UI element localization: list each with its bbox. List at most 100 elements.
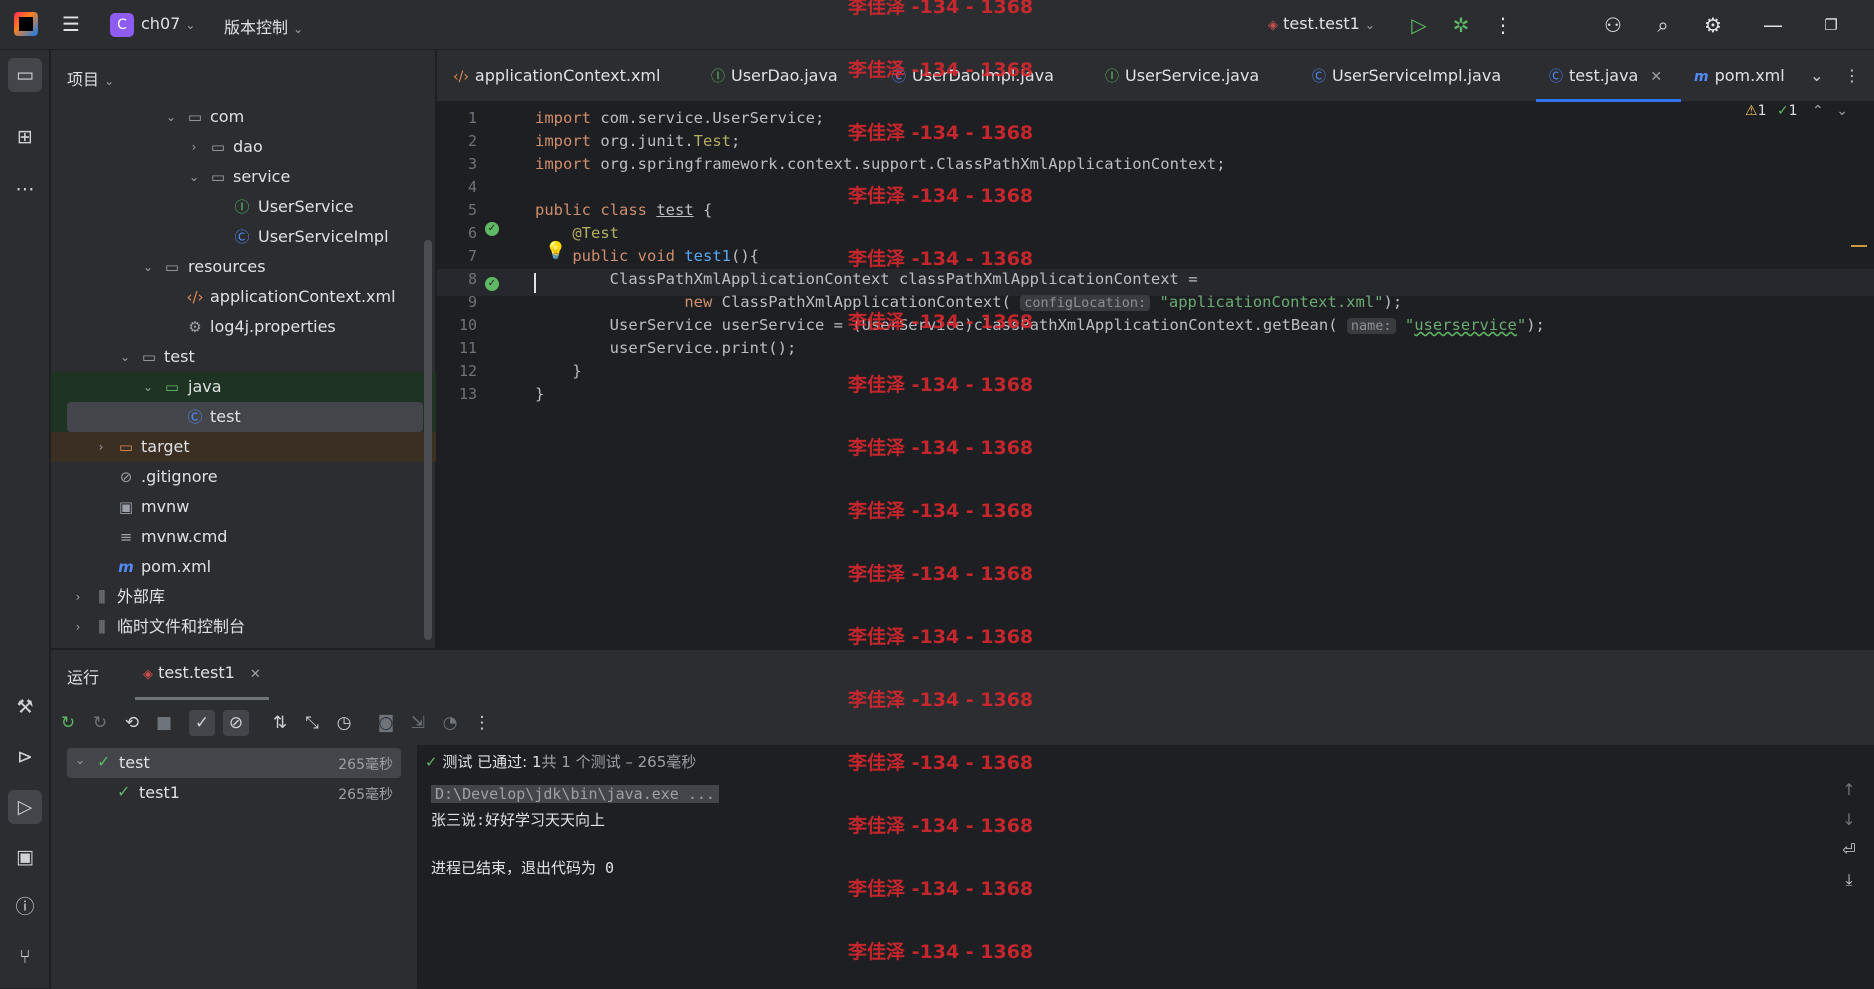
tab-applicationcontext[interactable]: ‹/› applicationContext.xml xyxy=(453,50,660,102)
history-icon[interactable]: ◷ xyxy=(331,710,357,736)
minimize-icon[interactable]: — xyxy=(1760,12,1786,38)
run-icon[interactable]: ▷ xyxy=(1406,12,1432,38)
tab-userservice[interactable]: Ⓘ UserService.java xyxy=(1105,50,1265,102)
import-icon[interactable]: ⇲ xyxy=(405,710,431,736)
chevron-right-icon[interactable]: › xyxy=(71,612,85,642)
scratch-icon: ⫼ xyxy=(98,618,106,636)
chevron-down-icon[interactable]: ⌄ xyxy=(141,372,155,402)
collapse-icon[interactable]: ⤡ xyxy=(299,710,325,736)
debug-icon[interactable]: ✲ xyxy=(1448,12,1474,38)
add-user-icon[interactable]: ⚇ xyxy=(1600,12,1626,38)
tree-row[interactable]: m pom.xml xyxy=(51,552,436,582)
close-icon[interactable]: ✕ xyxy=(1650,69,1662,85)
more-tabs-icon[interactable]: ⋮ xyxy=(1844,50,1860,102)
arrow-up-icon[interactable]: ↑ xyxy=(1836,775,1862,805)
tree-row[interactable]: ⌄ ▭ com xyxy=(51,102,436,132)
services-tool-icon[interactable]: ⊳ xyxy=(8,740,42,774)
parameter-hint: name: xyxy=(1346,318,1396,334)
run-gutter-icon[interactable]: ✓ xyxy=(485,277,499,291)
tree-row[interactable]: › ⫼ 外部库 xyxy=(51,582,436,612)
close-icon[interactable]: ✕ xyxy=(250,667,261,682)
tree-row[interactable]: ⌄ ▭ java xyxy=(51,372,436,402)
chevron-down-icon[interactable]: ⌄ xyxy=(164,102,178,132)
main-menu-icon[interactable]: ☰ xyxy=(62,14,84,34)
camera-icon[interactable]: ◙ xyxy=(373,710,399,736)
test-row[interactable]: ✓ test1 265毫秒 xyxy=(67,778,401,808)
tree-row[interactable]: ‹/› applicationContext.xml xyxy=(51,282,436,312)
structure-tool-icon[interactable]: ⊞ xyxy=(8,120,42,154)
scroll-to-end-icon[interactable]: ⤓ xyxy=(1836,865,1862,895)
chevron-down-icon[interactable]: ⌄ xyxy=(1810,50,1823,102)
terminal-tool-icon[interactable]: ▣ xyxy=(8,840,42,874)
more-tools-icon[interactable]: ⋯ xyxy=(8,172,42,206)
arrow-down-icon[interactable]: ↓ xyxy=(1836,805,1862,835)
more-actions-icon[interactable]: ⋮ xyxy=(1490,12,1516,38)
project-scrollbar[interactable] xyxy=(424,240,432,640)
tree-row-selected[interactable]: Ⓒ test xyxy=(67,402,423,432)
chevron-right-icon[interactable]: › xyxy=(71,582,85,612)
chevron-down-icon[interactable]: ⌄ xyxy=(141,252,155,282)
tree-row[interactable]: ⚙ log4j.properties xyxy=(51,312,436,342)
run-gutter-icon[interactable]: ✓ xyxy=(485,222,499,236)
warning-stripe[interactable] xyxy=(1851,245,1867,247)
build-tool-icon[interactable]: ⚒ xyxy=(8,690,42,724)
console-output[interactable]: ✓ 测试 已通过: 1共 1 个测试 – 265毫秒 D:\Develop\jd… xyxy=(417,745,1874,989)
tree-row[interactable]: Ⓒ UserServiceImpl xyxy=(51,222,436,252)
show-ignored-icon[interactable]: ⊘ xyxy=(223,710,249,736)
vcs-widget[interactable]: 版本控制 ⌄ xyxy=(224,14,303,38)
interface-icon: Ⓘ xyxy=(234,198,250,216)
inspection-widget[interactable]: ⚠1 ✓1 ⌃ ⌄ xyxy=(1745,103,1848,119)
tree-row[interactable]: ⌄ ▭ resources xyxy=(51,252,436,282)
git-tool-icon[interactable]: ⑂ xyxy=(8,940,42,974)
tree-label: dao xyxy=(233,137,263,156)
soft-wrap-icon[interactable]: ⏎ xyxy=(1836,835,1862,865)
project-tool-icon[interactable]: ▭ xyxy=(8,58,42,92)
stop-icon[interactable]: ■ xyxy=(151,710,177,736)
tab-pom[interactable]: m pom.xml xyxy=(1694,50,1804,102)
problems-tool-icon[interactable]: ⓘ xyxy=(8,890,42,924)
test-row-selected[interactable]: ⌄ ✓ test 265毫秒 xyxy=(67,748,401,778)
tree-row[interactable]: › ⫼ 临时文件和控制台 xyxy=(51,612,436,642)
chevron-down-icon[interactable]: ⌄ xyxy=(1836,103,1848,119)
tree-row[interactable]: › ▭ target xyxy=(51,432,436,462)
search-icon[interactable]: ⌕ xyxy=(1650,12,1676,38)
tab-test-active[interactable]: Ⓒtest.java ✕ xyxy=(1536,50,1681,102)
tab-userserviceimpl[interactable]: Ⓒ UserServiceImpl.java xyxy=(1312,50,1502,102)
chevron-down-icon[interactable]: ⌄ xyxy=(75,753,85,767)
tab-userdao[interactable]: Ⓘ UserDao.java xyxy=(711,50,851,102)
tree-row[interactable]: ⌄ ▭ service xyxy=(51,162,436,192)
tree-row[interactable]: ⊘ .gitignore xyxy=(51,462,436,492)
coverage-icon[interactable]: ◔ xyxy=(437,710,463,736)
toggle-autotest-icon[interactable]: ⟲ xyxy=(119,710,145,736)
tree-row[interactable]: ⌄ ▭ test xyxy=(51,342,436,372)
tree-row[interactable]: ▣ mvnw xyxy=(51,492,436,522)
run-tool-icon[interactable]: ▷ xyxy=(8,790,42,824)
gear-icon[interactable]: ⚙ xyxy=(1700,12,1726,38)
project-view-selector[interactable]: 项目 ⌄ xyxy=(67,66,114,90)
tree-row[interactable]: › ▭ dao xyxy=(51,132,436,162)
line-number: 4 xyxy=(467,178,477,196)
project-widget[interactable]: ch07 ⌄ xyxy=(141,14,195,33)
show-passed-icon[interactable]: ✓ xyxy=(189,710,215,736)
chevron-up-icon[interactable]: ⌃ xyxy=(1812,103,1824,119)
rerun-failed-icon[interactable]: ↻ xyxy=(87,710,113,736)
more-icon[interactable]: ⋮ xyxy=(469,710,495,736)
sort-icon[interactable]: ⇅ xyxy=(267,710,293,736)
tab-userdaoimpl[interactable]: Ⓒ UserDaoImpl.java xyxy=(892,50,1062,102)
intellij-logo[interactable] xyxy=(14,12,38,36)
rerun-icon[interactable]: ↻ xyxy=(55,710,81,736)
project-badge[interactable]: C xyxy=(110,13,134,37)
run-config-selector[interactable]: ◈ test.test1 ⌄ xyxy=(1268,14,1375,33)
chevron-right-icon[interactable]: › xyxy=(187,132,201,162)
chevron-down-icon[interactable]: ⌄ xyxy=(118,342,132,372)
code-editor[interactable]: 1 2 3 4 5 6 7 8 9 10 11 12 13 ✓ ✓ 💡 import com.servi… xyxy=(437,103,1874,648)
test-status: ✓ 测试 已通过: 1共 1 个测试 – 265毫秒 xyxy=(425,751,696,772)
tree-row[interactable]: ≡ mvnw.cmd xyxy=(51,522,436,552)
chevron-down-icon[interactable]: ⌄ xyxy=(187,162,201,192)
tree-label: UserServiceImpl xyxy=(258,227,389,246)
chevron-right-icon[interactable]: › xyxy=(94,432,108,462)
tree-label: target xyxy=(141,437,190,456)
restore-icon[interactable]: ❐ xyxy=(1818,12,1844,38)
tab-run-config[interactable]: ◈ test.test1 ✕ xyxy=(135,650,269,700)
tree-row[interactable]: Ⓘ UserService xyxy=(51,192,436,222)
